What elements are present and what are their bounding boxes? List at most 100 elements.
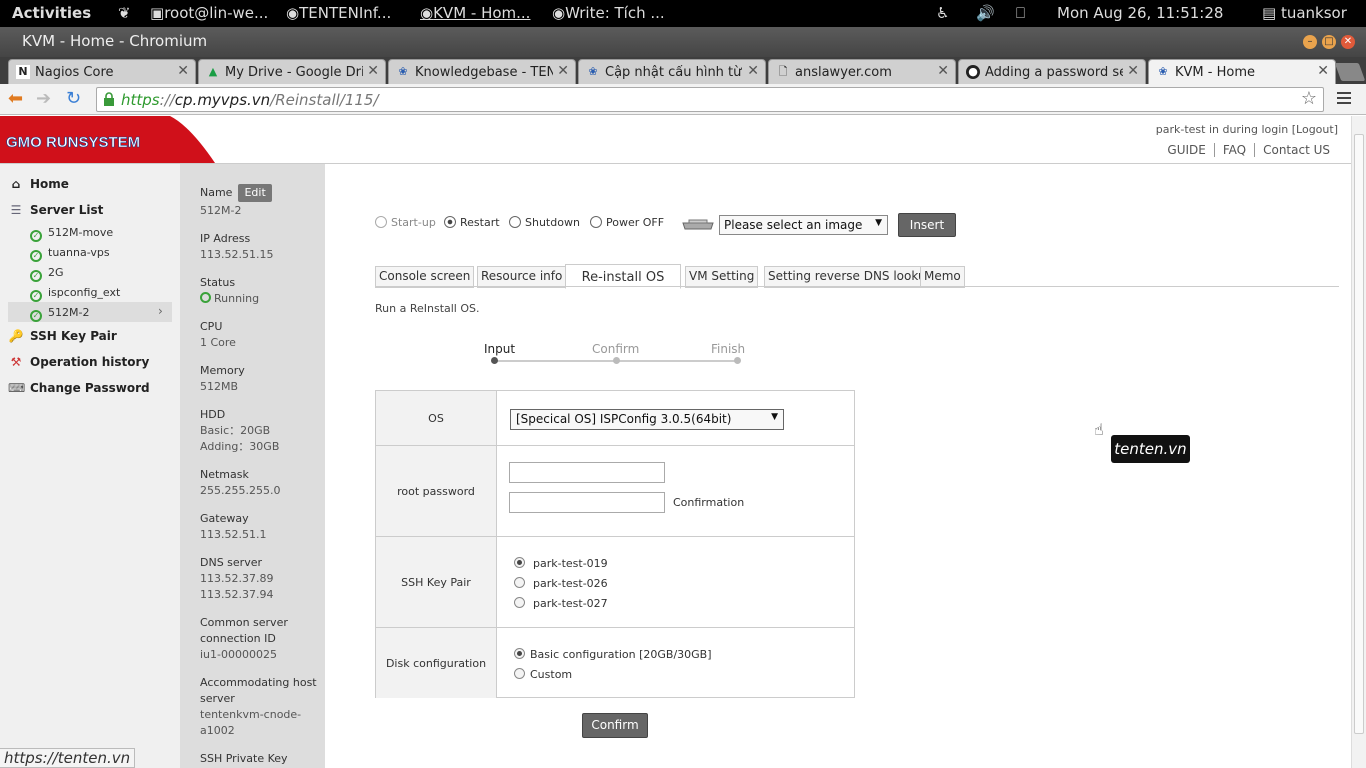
running-icon: ✓ — [30, 250, 42, 262]
tab-knowledgebase[interactable]: ❀ Knowledgebase - TENTEN ✕ — [388, 59, 576, 84]
gmo-runsystem-logo[interactable]: GMO RUNSYSTEM — [0, 116, 215, 163]
root-password-confirm-input[interactable] — [509, 492, 665, 513]
network-icon[interactable]: ⎕ — [1016, 4, 1025, 22]
tab-cap-nhat[interactable]: ❀ Cập nhật cấu hình từ ✕ — [578, 59, 766, 84]
startup-button[interactable]: Start-up — [375, 216, 436, 229]
radio-unselected[interactable] — [514, 597, 525, 608]
memory-value: 512MB — [200, 380, 239, 393]
hdd-adding: Adding：30GB — [200, 440, 280, 453]
server-ispconfig-ext[interactable]: ✓ ispconfig_ext — [30, 286, 120, 302]
cpu-label: CPU — [200, 320, 223, 333]
faq-link[interactable]: FAQ — [1213, 143, 1255, 157]
sidebar-item-operation-history[interactable]: ⚒ Operation history — [8, 355, 150, 369]
poweroff-button[interactable]: Power OFF — [590, 216, 664, 229]
taskbar-write[interactable]: ◉Write: Tích ... — [552, 4, 665, 22]
ssh-key-radio-019[interactable]: park-test-019 — [514, 557, 608, 570]
common-label-2: connection ID — [200, 632, 276, 645]
shutdown-icon — [509, 216, 521, 228]
ip-label: IP Adress — [200, 232, 251, 245]
contact-link[interactable]: Contact US — [1254, 143, 1338, 157]
tab-anslawyer[interactable]: 🗋 anslawyer.com ✕ — [768, 59, 956, 84]
os-select[interactable]: [Specical OS] ISPConfig 3.0.5(64bit) ▼ — [510, 409, 784, 430]
image-select[interactable]: Please select an image ▼ — [719, 215, 888, 235]
server-tuanna-vps[interactable]: ✓ tuanna-vps — [30, 246, 110, 262]
shutdown-button[interactable]: Shutdown — [509, 216, 580, 229]
sidebar-item-home[interactable]: ⌂ Home — [8, 177, 69, 191]
radio-selected[interactable] — [514, 557, 525, 568]
gnome-foot-icon[interactable]: ❦ — [118, 4, 131, 22]
page-scrollbar[interactable] — [1351, 116, 1366, 768]
tab-kvm-home[interactable]: ❀ KVM - Home ✕ — [1148, 59, 1336, 84]
taskbar-terminal[interactable]: ▣root@lin-we... — [150, 4, 268, 22]
activities-button[interactable]: Activities — [12, 4, 91, 22]
server-list-icon: ☰ — [10, 203, 22, 217]
confirm-button[interactable]: Confirm — [582, 713, 648, 738]
user-menu[interactable]: ▤ tuanksor — [1262, 4, 1347, 22]
ssh-key-label: SSH Key Pair — [376, 537, 497, 627]
taskbar-tenteninf[interactable]: ◉TENTENInf... — [286, 4, 391, 22]
close-icon[interactable]: ✕ — [1341, 35, 1355, 49]
guide-link[interactable]: GUIDE — [1159, 143, 1213, 157]
accessibility-icon[interactable]: ♿ — [936, 4, 949, 22]
tab-console-screen[interactable]: Console screen — [375, 266, 475, 288]
tab-label: anslawyer.com — [795, 65, 892, 80]
step-confirm: Confirm — [592, 342, 640, 356]
forward-icon[interactable]: ➔ — [36, 89, 51, 109]
tab-google-drive[interactable]: ▲ My Drive - Google Drive ✕ — [198, 59, 386, 84]
back-icon[interactable]: ⬅ — [8, 89, 23, 109]
reload-icon[interactable]: ↻ — [66, 89, 81, 109]
sidebar-item-change-password[interactable]: ⌨ Change Password — [8, 381, 150, 395]
svg-text:GMO RUNSYSTEM: GMO RUNSYSTEM — [6, 134, 140, 151]
ssh-private-key-label: SSH Private Key — [200, 752, 288, 765]
host-label-2: server — [200, 692, 235, 705]
login-status[interactable]: park-test in during login [Logout] — [1156, 123, 1338, 136]
restart-button[interactable]: Restart — [444, 216, 500, 229]
restart-icon — [444, 216, 456, 228]
new-tab-button[interactable] — [1334, 63, 1366, 81]
sidebar-item-server-list[interactable]: ☰ Server List — [8, 203, 104, 217]
insert-button[interactable]: Insert — [898, 213, 956, 237]
host-value-1: tentenkvm-cnode- — [200, 708, 302, 721]
radio-unselected[interactable] — [514, 668, 525, 679]
url-bar[interactable]: https://cp.myvps.vn/Reinstall/115/ ☆ — [96, 87, 1324, 112]
status-bubble-url: https://tenten.vn — [0, 748, 136, 768]
edit-button[interactable]: Edit — [238, 184, 272, 202]
tab-nagios[interactable]: N Nagios Core ✕ — [8, 59, 196, 84]
dns-value-1: 113.52.37.89 — [200, 572, 274, 585]
tab-memo[interactable]: Memo — [920, 266, 965, 288]
minimize-icon[interactable]: – — [1303, 35, 1317, 49]
tab-close-icon[interactable]: ✕ — [557, 63, 569, 79]
tab-resource-info[interactable]: Resource info — [477, 266, 567, 288]
reinstall-form: OS [Specical OS] ISPConfig 3.0.5(64bit) ▼… — [375, 390, 855, 698]
menu-icon[interactable] — [1337, 91, 1351, 105]
disk-basic-radio[interactable]: Basic configuration [20GB/30GB] — [514, 648, 712, 661]
tab-reverse-dns[interactable]: Setting reverse DNS lookup — [764, 266, 938, 288]
sidebar-item-ssh-key-pair[interactable]: 🔑 SSH Key Pair — [8, 329, 117, 343]
taskbar-kvm-home[interactable]: ◉KVM - Hom... — [420, 4, 530, 22]
server-512m-move[interactable]: ✓ 512M-move — [30, 226, 113, 242]
disk-custom-radio[interactable]: Custom — [514, 668, 572, 681]
tab-close-icon[interactable]: ✕ — [937, 63, 949, 79]
radio-unselected[interactable] — [514, 577, 525, 588]
ssh-key-radio-026[interactable]: park-test-026 — [514, 577, 608, 590]
ssh-key-radio-027[interactable]: park-test-027 — [514, 597, 608, 610]
clock[interactable]: Mon Aug 26, 11:51:28 — [1057, 4, 1223, 22]
bookmark-star-icon[interactable]: ☆ — [1301, 88, 1317, 109]
tab-close-icon[interactable]: ✕ — [1127, 63, 1139, 79]
tab-close-icon[interactable]: ✕ — [367, 63, 379, 79]
root-password-input[interactable] — [509, 462, 665, 483]
radio-selected[interactable] — [514, 648, 525, 659]
scrollbar-thumb[interactable] — [1354, 134, 1364, 734]
server-512m-2[interactable]: ✓ 512M-2 — [30, 306, 89, 322]
home-icon: ⌂ — [11, 177, 21, 191]
maximize-icon[interactable]: □ — [1322, 35, 1336, 49]
tab-github[interactable]: ● Adding a password se ✕ — [958, 59, 1146, 84]
tab-close-icon[interactable]: ✕ — [177, 63, 189, 79]
tab-vm-setting[interactable]: VM Setting — [685, 266, 759, 288]
tab-close-icon[interactable]: ✕ — [1317, 63, 1329, 79]
running-icon — [200, 292, 211, 303]
tab-close-icon[interactable]: ✕ — [747, 63, 759, 79]
server-2g[interactable]: ✓ 2G — [30, 266, 64, 282]
status-value: Running — [200, 291, 259, 307]
volume-icon[interactable]: 🔊 — [976, 4, 995, 22]
